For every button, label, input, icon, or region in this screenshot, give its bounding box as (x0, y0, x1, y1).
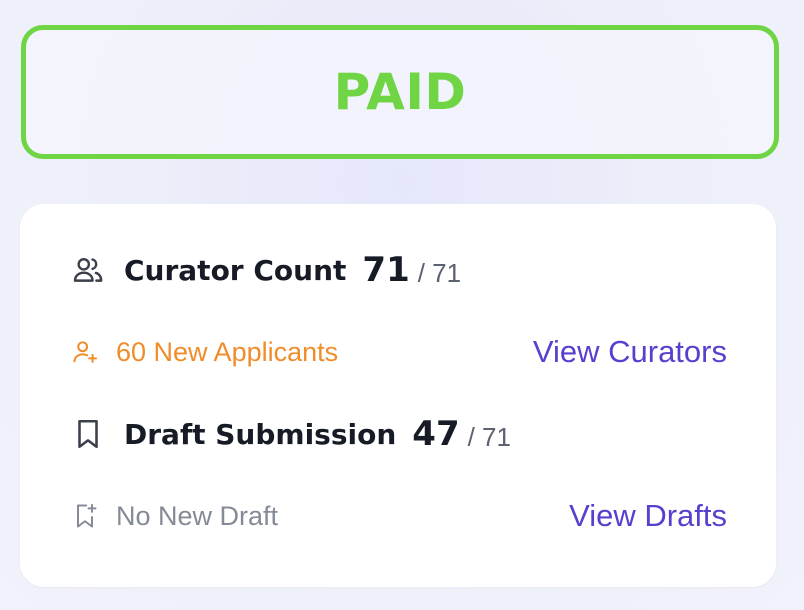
stats-card: Curator Count 71 / 71 60 New Applicants … (20, 204, 776, 587)
view-curators-link[interactable]: View Curators (533, 334, 727, 370)
no-new-draft-text: No New Draft (116, 500, 279, 531)
draft-status-row: No New Draft View Drafts (70, 498, 727, 534)
curator-count-value: 71 (362, 250, 410, 290)
new-applicants-text: 60 New Applicants (116, 336, 339, 367)
curator-count-total: / 71 (417, 257, 462, 288)
user-plus-icon (70, 337, 100, 367)
users-icon (70, 252, 106, 288)
curator-count-title: Curator Count (124, 253, 347, 287)
curator-count-row: Curator Count 71 / 71 (70, 250, 727, 290)
draft-submission-row: Draft Submission 47 / 71 (70, 414, 727, 454)
draft-submission-total: / 71 (467, 421, 511, 452)
draft-submission-value: 47 (412, 414, 460, 454)
payment-status-badge: PAID (21, 25, 779, 159)
payment-status-label: PAID (333, 63, 467, 121)
view-drafts-link[interactable]: View Drafts (569, 498, 727, 534)
bookmark-plus-icon (70, 501, 100, 531)
draft-submission-title: Draft Submission (124, 417, 397, 451)
bookmark-icon (70, 416, 106, 452)
applicants-row: 60 New Applicants View Curators (70, 334, 727, 370)
